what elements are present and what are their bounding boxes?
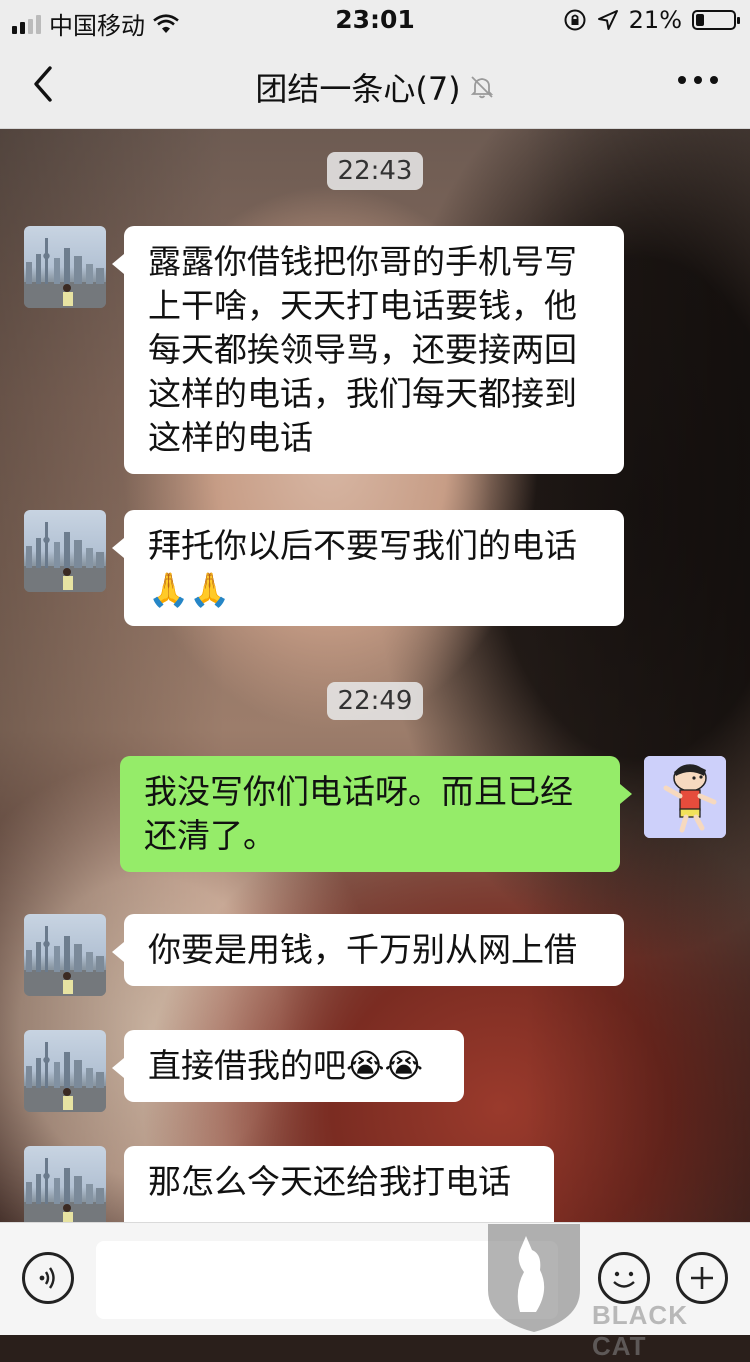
- chat-header: 团结一条心(7): [0, 40, 750, 129]
- bell-muted-icon: [470, 76, 493, 99]
- message-timestamp: 22:49: [0, 682, 750, 720]
- message-bubble-incoming: 你要是用钱，千万别从网上借: [112, 914, 624, 986]
- input-bar: [0, 1222, 750, 1335]
- chat-title: 团结一条心(7): [255, 70, 461, 108]
- status-bar: 中国移动 23:01 21%: [0, 0, 750, 40]
- message-bubble-incoming: 露露你借钱把你哥的手机号写上干啥，天天打电话要钱，他每天都挨领导骂，还要接两回这…: [112, 226, 624, 474]
- more-dots-icon[interactable]: [678, 76, 718, 84]
- cartoon-boy-avatar[interactable]: [644, 756, 726, 838]
- message-timestamp: 22:43: [0, 152, 750, 190]
- location-icon: [597, 10, 618, 30]
- plus-icon[interactable]: [676, 1252, 728, 1304]
- orientation-lock-icon: [564, 9, 586, 31]
- message-bubble-incoming: 那怎么今天还给我打电话: [124, 1146, 554, 1222]
- emoji-icon[interactable]: [598, 1252, 650, 1304]
- battery-icon: [692, 10, 740, 30]
- battery-percent: 21%: [628, 6, 682, 34]
- city-skyline-avatar[interactable]: [24, 1146, 106, 1228]
- city-skyline-avatar[interactable]: [24, 1030, 106, 1112]
- city-skyline-avatar[interactable]: [24, 226, 106, 308]
- city-skyline-avatar[interactable]: [24, 914, 106, 996]
- message-bubble-incoming: 拜托你以后不要写我们的电话🙏🙏: [112, 510, 624, 626]
- message-bubble-outgoing: 我没写你们电话呀。而且已经还清了。: [120, 756, 632, 872]
- message-input[interactable]: [96, 1241, 558, 1319]
- city-skyline-avatar[interactable]: [24, 510, 106, 592]
- voice-icon[interactable]: [22, 1252, 74, 1304]
- message-bubble-incoming: 直接借我的吧😭😭: [112, 1030, 464, 1102]
